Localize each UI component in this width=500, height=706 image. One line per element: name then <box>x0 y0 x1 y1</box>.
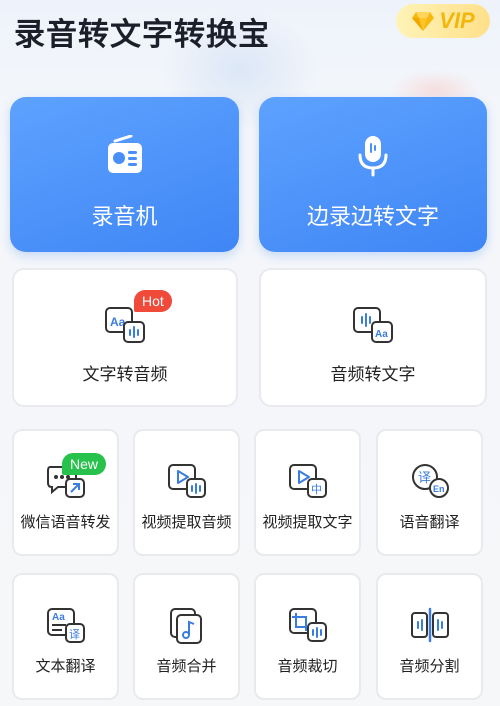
audio-merge-icon <box>167 607 207 649</box>
video-extract-audio-card[interactable]: 视频提取音频 <box>133 429 240 556</box>
video-extract-text-icon: 中 <box>288 463 328 503</box>
audio-to-text-label: 音频转文字 <box>330 365 416 385</box>
audio-merge-label: 音频合并 <box>156 657 217 675</box>
hot-tag: Hot <box>134 290 172 312</box>
wechat-voice-forward-card[interactable]: New 微信语音转发 <box>12 429 119 556</box>
recorder-card[interactable]: 录音机 <box>10 97 239 252</box>
svg-text:Aa: Aa <box>375 329 388 340</box>
audio-merge-card[interactable]: 音频合并 <box>133 573 240 700</box>
video-extract-audio-label: 视频提取音频 <box>141 513 232 531</box>
svg-text:中: 中 <box>311 483 322 496</box>
text-translate-icon: Aa 译 <box>46 607 86 647</box>
header: 录音转文字转换宝 VIP <box>0 0 500 70</box>
audio-trim-card[interactable]: 音频裁切 <box>254 573 361 700</box>
wechat-voice-forward-label: 微信语音转发 <box>20 513 111 531</box>
voice-translate-label: 语音翻译 <box>399 513 460 531</box>
diamond-icon <box>411 10 435 32</box>
text-translate-label: 文本翻译 <box>35 657 96 675</box>
svg-text:En: En <box>433 484 445 494</box>
text-to-audio-icon: Aa <box>104 306 146 348</box>
microphone-icon <box>357 135 389 181</box>
new-tag: New <box>62 453 107 475</box>
svg-text:译: 译 <box>418 471 431 486</box>
record-transcribe-label: 边录边转文字 <box>306 205 439 230</box>
audio-split-card[interactable]: 音频分割 <box>376 573 483 700</box>
audio-split-label: 音频分割 <box>399 657 460 675</box>
video-extract-text-label: 视频提取文字 <box>262 513 353 531</box>
svg-text:译: 译 <box>69 628 80 641</box>
record-transcribe-card[interactable]: 边录边转文字 <box>259 97 487 252</box>
video-extract-audio-icon <box>167 463 207 503</box>
app-title: 录音转文字转换宝 <box>14 17 270 53</box>
vip-label: VIP <box>439 8 475 33</box>
voice-translate-icon: 译 En <box>410 463 450 503</box>
audio-split-icon <box>410 607 450 647</box>
voice-translate-card[interactable]: 译 En 语音翻译 <box>376 429 483 556</box>
audio-to-text-card[interactable]: Aa 音频转文字 <box>259 268 487 407</box>
radio-icon <box>107 134 143 179</box>
text-to-audio-label: 文字转音频 <box>82 365 168 385</box>
audio-trim-icon <box>288 607 328 647</box>
text-translate-card[interactable]: Aa 译 文本翻译 <box>12 573 119 700</box>
vip-button[interactable]: VIP <box>396 4 490 38</box>
video-extract-text-card[interactable]: 中 视频提取文字 <box>254 429 361 556</box>
recorder-label: 录音机 <box>91 205 158 230</box>
text-to-audio-card[interactable]: Aa Hot 文字转音频 <box>12 268 238 407</box>
audio-to-text-icon: Aa <box>352 306 394 348</box>
audio-trim-label: 音频裁切 <box>277 657 338 675</box>
svg-text:Aa: Aa <box>52 612 65 623</box>
